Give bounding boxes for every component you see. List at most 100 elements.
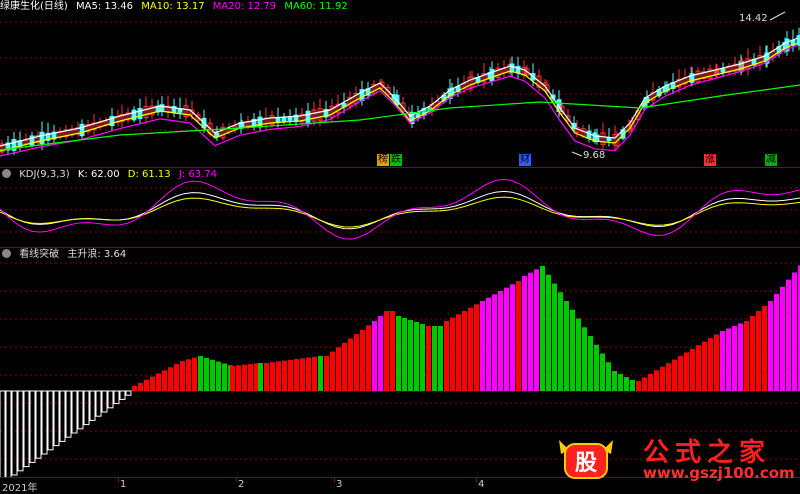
marker-die[interactable]: 跌	[390, 154, 402, 166]
indicator-bar	[360, 329, 365, 391]
indicator-bar	[582, 327, 587, 391]
marker-cai[interactable]: 财	[519, 154, 531, 166]
indicator-bar	[402, 318, 407, 391]
indicator-bar	[504, 287, 509, 391]
indicator-bar	[720, 331, 725, 391]
indicator-bar	[210, 359, 215, 391]
candlestick-chart[interactable]	[0, 0, 800, 167]
indicator-bar	[462, 311, 467, 391]
indicator-bar-negative	[0, 390, 6, 478]
candle	[489, 68, 495, 82]
low-pointer	[571, 151, 583, 157]
indicator-bar	[492, 294, 497, 391]
indicator-bar	[396, 316, 401, 391]
indicator-bar	[540, 266, 545, 391]
indicator-bar-negative	[107, 390, 114, 409]
indicator-bar	[236, 365, 241, 391]
svg-text:股: 股	[575, 451, 597, 476]
indicator-bar-negative	[119, 390, 126, 400]
candle	[281, 116, 287, 122]
indicator-bar	[660, 366, 665, 391]
indicator-bar	[756, 311, 761, 391]
indicator-bar-negative	[89, 390, 96, 421]
candle	[79, 123, 85, 137]
indicator-bar-negative	[53, 390, 60, 447]
ma20-label: MA20: 12.79	[212, 1, 277, 12]
indicator-bar	[636, 381, 641, 391]
indicator-bar	[528, 272, 533, 391]
ma60-label: MA60: 11.92	[284, 1, 348, 12]
indicator-bar	[342, 342, 347, 391]
marker-jian[interactable]: 减	[765, 154, 777, 166]
kdj-k-label: K: 62.00	[77, 169, 120, 180]
indicator-bar	[168, 367, 173, 391]
indicator-bar-negative	[77, 390, 84, 430]
indicator-bar	[258, 363, 263, 391]
indicator-bar	[354, 334, 359, 391]
price-header: 绿康生化(日线) MA5: 13.46 MA10: 13.17 MA20: 12…	[0, 0, 353, 14]
indicator-bar-negative	[125, 390, 132, 396]
indicator-bar-negative	[113, 390, 120, 405]
marker-bang[interactable]: 榜	[377, 154, 389, 166]
axis-label-2021: 2021年	[2, 483, 38, 494]
gear-icon[interactable]	[2, 169, 11, 178]
indicator-bar	[186, 359, 191, 391]
indicator-bar	[216, 361, 221, 391]
indicator-bar	[288, 359, 293, 391]
indicator-bar	[204, 357, 209, 391]
gu-logo-icon: 股	[559, 440, 613, 479]
candle	[305, 110, 311, 123]
gear-icon[interactable]	[2, 249, 11, 258]
indicator-bar	[696, 345, 701, 391]
indicator-bar	[150, 376, 155, 391]
indicator-bar	[792, 272, 797, 391]
indicator-bar-negative	[11, 390, 18, 476]
indicator-bar	[450, 317, 455, 391]
indicator-bar	[744, 321, 749, 391]
indicator-bar	[270, 362, 275, 391]
indicator-bar	[750, 316, 755, 391]
indicator-bar	[768, 301, 773, 391]
indicator-bar	[378, 316, 383, 391]
indicator-bar	[570, 309, 575, 391]
watermark-url: www.gszj100.com	[643, 464, 795, 482]
axis-label-3: 3	[336, 479, 343, 490]
indicator-bar	[432, 326, 437, 391]
candle	[39, 131, 45, 145]
indicator-bar	[648, 373, 653, 391]
indicator-bar	[558, 292, 563, 391]
indicator-bar	[780, 286, 785, 391]
indicator-bar-negative	[5, 390, 12, 478]
indicator-bar	[366, 325, 371, 391]
indicator-bar	[414, 322, 419, 391]
axis-label-4: 4	[478, 479, 485, 490]
indicator-bar-negative	[29, 390, 36, 463]
indicator-bar	[276, 361, 281, 391]
indicator-bar	[546, 274, 551, 391]
indicator-bar	[786, 279, 791, 391]
indicator-bar	[162, 370, 167, 391]
indicator-bar	[576, 318, 581, 391]
indicator-bar	[324, 356, 329, 391]
axis-label-1: 1	[120, 479, 127, 490]
marker-zhang[interactable]: 涨	[704, 154, 716, 166]
indicator-bar	[666, 363, 671, 391]
kdj-header: KDJ(9,3,3) K: 62.00 D: 61.13 J: 63.74	[0, 168, 222, 182]
indicator-bar-negative	[41, 390, 48, 455]
indicator-bar	[242, 364, 247, 391]
indicator-bar	[180, 361, 185, 391]
stock-title: 绿康生化(日线)	[0, 1, 68, 12]
kdj-panel[interactable]: KDJ(9,3,3) K: 62.00 D: 61.13 J: 63.74	[0, 167, 800, 248]
indicator-bar-negative	[83, 390, 90, 426]
indicator-value: 主升浪: 3.64	[67, 249, 127, 260]
price-panel[interactable]: 绿康生化(日线) MA5: 13.46 MA10: 13.17 MA20: 12…	[0, 0, 800, 167]
indicator-bar	[156, 373, 161, 391]
indicator-bar	[444, 321, 449, 391]
indicator-bar	[522, 276, 527, 391]
indicator-bar	[606, 362, 611, 391]
indicator-bar	[480, 301, 485, 391]
indicator-bar	[588, 336, 593, 391]
indicator-bar-negative	[47, 390, 54, 451]
indicator-bar	[300, 358, 305, 391]
indicator-bar	[426, 326, 431, 391]
